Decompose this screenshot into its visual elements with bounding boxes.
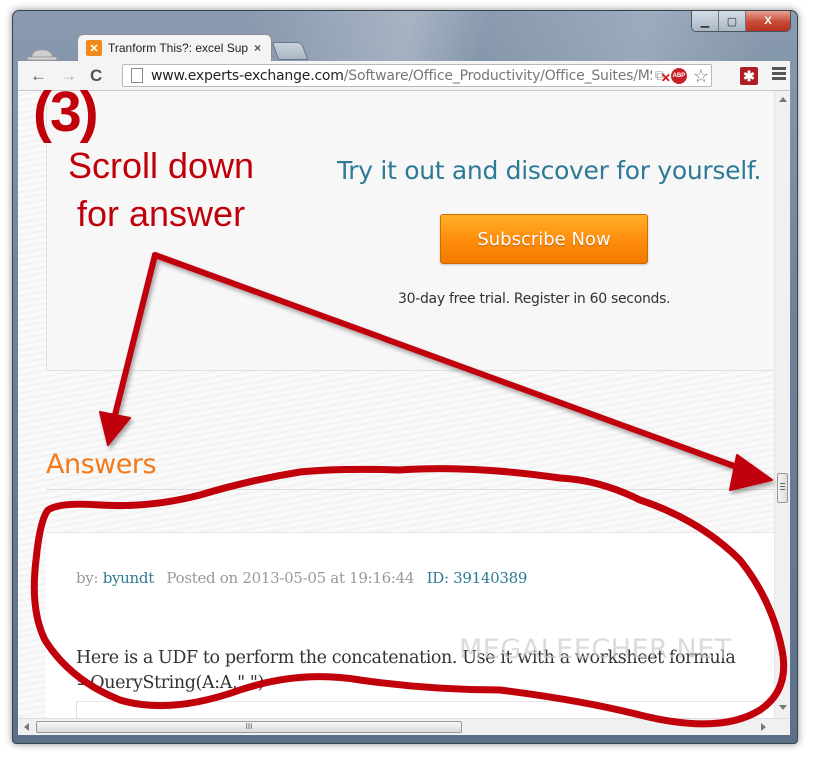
answer-formula: =QueryString(A:A,","): [76, 673, 264, 693]
code-block: 1: Function QueryString(rg As Range, Del…: [76, 701, 774, 718]
trial-text: 30-day free trial. Register in 60 second…: [398, 291, 671, 307]
answer-meta: by: byundt Posted on 2013-05-05 at 19:16…: [76, 569, 527, 587]
tab-title: Tranform This?: excel Sup: [108, 41, 248, 55]
blocked-plugin-icon[interactable]: ⧉ ✕: [655, 67, 671, 85]
vertical-scrollbar[interactable]: [774, 91, 790, 718]
lastpass-icon[interactable]: ✱: [740, 67, 758, 85]
watermark: MEGALEECHER.NET: [459, 634, 732, 665]
scroll-down-icon[interactable]: [779, 705, 787, 710]
minimize-icon: ▁: [700, 15, 710, 28]
by-label: by:: [76, 569, 99, 587]
adblock-plus-icon[interactable]: ABP: [670, 67, 687, 84]
answer-item: by: byundt Posted on 2013-05-05 at 19:16…: [46, 532, 774, 718]
browser-tab[interactable]: ✕ Tranform This?: excel Sup ×: [77, 34, 272, 61]
card-heading: Try it out and discover for yourself.: [337, 156, 762, 185]
experts-exchange-icon: ✕: [86, 40, 102, 56]
close-button[interactable]: X: [746, 11, 790, 31]
divider: [46, 489, 774, 490]
posted-date: Posted on 2013-05-05 at 19:16:44: [166, 569, 415, 587]
horizontal-scrollbar[interactable]: III: [18, 718, 790, 735]
answers-heading: Answers: [46, 449, 157, 480]
scroll-right-icon[interactable]: [761, 723, 766, 731]
horizontal-scroll-thumb[interactable]: III: [36, 721, 462, 733]
maximize-button[interactable]: ▢: [719, 11, 746, 31]
chrome-menu-icon[interactable]: [772, 67, 786, 82]
tab-close-icon[interactable]: ×: [254, 41, 261, 55]
url-host: www.experts-exchange.com: [151, 67, 344, 84]
address-bar[interactable]: www.experts-exchange.com/Software/Office…: [122, 64, 712, 87]
scroll-up-icon[interactable]: [779, 97, 787, 102]
window-controls: ▁ ▢ X: [691, 11, 791, 32]
step-number-annotation: (3): [33, 80, 99, 144]
maximize-icon: ▢: [726, 15, 738, 28]
author-link[interactable]: byundt: [103, 569, 155, 587]
close-icon: X: [764, 15, 772, 27]
url-text[interactable]: www.experts-exchange.com/Software/Office…: [151, 68, 676, 84]
url-path: /Software/Office_Productivity/Office_Sui…: [343, 67, 676, 84]
bookmark-star-icon[interactable]: ☆: [693, 67, 709, 85]
minimize-button[interactable]: ▁: [692, 11, 719, 31]
instruction-line: for answer: [77, 193, 246, 234]
omnibox-icons: ⧉ ✕ ABP ☆: [651, 65, 709, 86]
new-tab-button[interactable]: [271, 42, 309, 60]
subscribe-now-button[interactable]: Subscribe Now: [440, 214, 648, 264]
instruction-line: Scroll down: [68, 145, 255, 186]
answer-id-link[interactable]: ID: 39140389: [427, 569, 528, 587]
instruction-annotation: Scroll down for answer: [68, 142, 254, 238]
scroll-left-icon[interactable]: [24, 723, 29, 731]
page-icon: [131, 68, 143, 83]
browser-toolbar: ← → C www.experts-exchange.com/Software/…: [18, 61, 790, 91]
vertical-scroll-thumb[interactable]: [777, 473, 788, 503]
